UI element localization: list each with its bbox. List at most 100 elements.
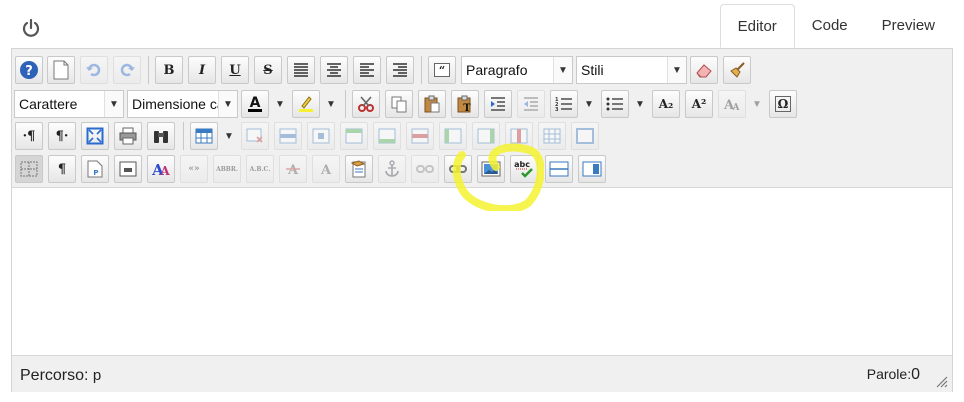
page-break-icon[interactable] <box>578 155 606 183</box>
style-select[interactable]: Stili ▼ <box>576 56 687 84</box>
chevron-down-icon[interactable]: ▼ <box>220 122 238 150</box>
rtl-button[interactable]: ¶· <box>48 122 76 150</box>
word-count: Parole:0 <box>867 366 920 384</box>
view-tabs: Editor Code Preview <box>719 4 952 48</box>
styles-icon[interactable]: AA <box>147 155 175 183</box>
strikethrough-button[interactable]: S <box>254 56 282 84</box>
chevron-down-icon: ▼ <box>218 91 237 117</box>
svg-text:A: A <box>320 163 332 177</box>
align-left-icon[interactable] <box>353 56 381 84</box>
merge-cells-icon[interactable] <box>571 122 599 150</box>
template-icon[interactable]: P <box>81 155 109 183</box>
svg-text:?: ? <box>25 64 33 79</box>
unlink-icon[interactable] <box>411 155 439 183</box>
svg-text:A: A <box>159 164 170 178</box>
clean-broom-icon[interactable] <box>723 56 751 84</box>
tab-code[interactable]: Code <box>795 4 865 48</box>
outdent-icon[interactable] <box>517 90 545 118</box>
layer-icon[interactable] <box>114 155 142 183</box>
tab-editor[interactable]: Editor <box>719 4 795 48</box>
italic-button[interactable]: I <box>188 56 216 84</box>
undo-icon[interactable] <box>80 56 108 84</box>
chevron-down-icon[interactable]: ▼ <box>748 90 766 118</box>
spellcheck-icon[interactable]: abc <box>510 155 538 183</box>
row-props-icon[interactable] <box>274 122 302 150</box>
redo-icon[interactable] <box>113 56 141 84</box>
find-binoculars-icon[interactable] <box>147 122 175 150</box>
svg-text:P: P <box>93 169 98 177</box>
chevron-down-icon[interactable]: ▼ <box>271 90 289 118</box>
show-blocks-button[interactable]: ¶ <box>48 155 76 183</box>
font-select[interactable]: Carattere ▼ <box>14 90 124 118</box>
row-after-icon[interactable] <box>373 122 401 150</box>
numbered-list-icon[interactable]: 123 <box>550 90 578 118</box>
row-before-icon[interactable] <box>340 122 368 150</box>
toolbar: ? B I U S “ Paragrafo ▼ Stili ▼ Caratter… <box>12 49 952 188</box>
blockquote-icon[interactable]: “ <box>428 56 456 84</box>
delete-text-icon[interactable]: A <box>279 155 307 183</box>
anchor-icon[interactable] <box>378 155 406 183</box>
ltr-button[interactable]: ·¶ <box>15 122 43 150</box>
acronym-button[interactable]: A.B.C. <box>246 155 274 183</box>
underline-button[interactable]: U <box>221 56 249 84</box>
delete-row-icon[interactable] <box>406 122 434 150</box>
bulleted-list-icon[interactable] <box>601 90 629 118</box>
insert-image-icon[interactable] <box>477 155 505 183</box>
separator <box>421 56 422 84</box>
separator <box>345 90 346 118</box>
delete-table-icon[interactable] <box>241 122 269 150</box>
delete-col-icon[interactable] <box>505 122 533 150</box>
split-cells-icon[interactable] <box>538 122 566 150</box>
size-select[interactable]: Dimensione ca ▼ <box>127 90 238 118</box>
visual-aid-icon[interactable] <box>15 155 43 183</box>
cell-props-icon[interactable] <box>307 122 335 150</box>
svg-text:T: T <box>463 103 471 113</box>
attributes-icon[interactable] <box>345 155 373 183</box>
highlight-color-icon[interactable] <box>292 90 320 118</box>
help-icon[interactable]: ? <box>15 56 43 84</box>
cut-icon[interactable] <box>352 90 380 118</box>
resize-grip-icon[interactable] <box>934 374 948 388</box>
paste-text-icon[interactable]: T <box>451 90 479 118</box>
paste-icon[interactable] <box>418 90 446 118</box>
special-char-button[interactable]: Ω <box>769 90 797 118</box>
indent-icon[interactable] <box>484 90 512 118</box>
text-color-icon[interactable]: A <box>241 90 269 118</box>
superscript-button[interactable]: A² <box>685 90 713 118</box>
align-center-icon[interactable] <box>320 56 348 84</box>
chevron-down-icon[interactable]: ▼ <box>631 90 649 118</box>
chevron-down-icon[interactable]: ▼ <box>580 90 598 118</box>
svg-text:“: “ <box>439 64 445 77</box>
bold-button[interactable]: B <box>155 56 183 84</box>
copy-icon[interactable] <box>385 90 413 118</box>
power-icon[interactable] <box>20 17 42 39</box>
subscript-button[interactable]: A₂ <box>652 90 680 118</box>
cite-button[interactable]: «» <box>180 155 208 183</box>
editor-content-area[interactable] <box>12 188 952 355</box>
new-document-icon[interactable] <box>47 56 75 84</box>
svg-text:A: A <box>250 95 261 111</box>
table-icon[interactable] <box>190 122 218 150</box>
separator <box>183 122 184 150</box>
insert-text-icon[interactable]: A <box>312 155 340 183</box>
col-before-icon[interactable] <box>439 122 467 150</box>
col-after-icon[interactable] <box>472 122 500 150</box>
print-icon[interactable] <box>114 122 142 150</box>
element-path: Percorso: p <box>20 367 101 385</box>
fullscreen-icon[interactable] <box>81 122 109 150</box>
link-icon[interactable] <box>444 155 472 183</box>
horizontal-rule-icon[interactable] <box>545 155 573 183</box>
align-justify-icon[interactable] <box>287 56 315 84</box>
font-size-icon[interactable]: AA <box>718 90 746 118</box>
separator <box>148 56 149 84</box>
format-select-value: Paragrafo <box>466 62 528 78</box>
align-right-icon[interactable] <box>386 56 414 84</box>
editor-frame: ? B I U S “ Paragrafo ▼ Stili ▼ Caratter… <box>11 48 953 392</box>
chevron-down-icon[interactable]: ▼ <box>322 90 340 118</box>
eraser-icon[interactable] <box>690 56 718 84</box>
word-count-value: 0 <box>911 366 920 383</box>
path-value[interactable]: p <box>93 367 101 384</box>
format-select[interactable]: Paragrafo ▼ <box>461 56 573 84</box>
abbr-button[interactable]: ABBR. <box>213 155 241 183</box>
tab-preview[interactable]: Preview <box>865 4 952 48</box>
